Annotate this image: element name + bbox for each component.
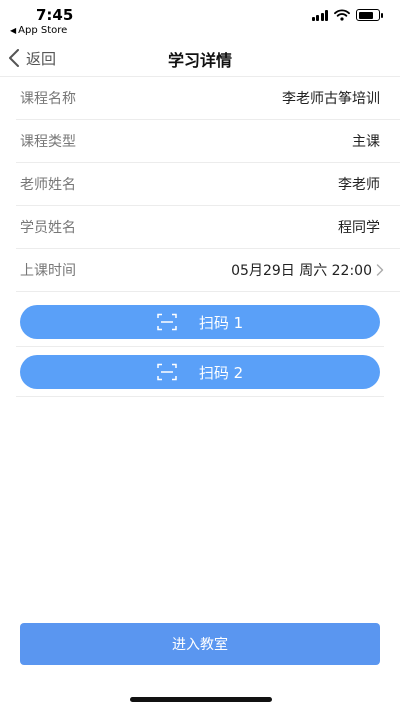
detail-label: 上课时间 [20,263,76,279]
scan-button-1[interactable]: 扫码 1 [20,305,380,339]
back-app-label: App Store [18,25,68,36]
detail-value: 李老师古筝培训 [282,91,380,107]
scan-icon [157,363,177,381]
scan-button-2[interactable]: 扫码 2 [20,355,380,389]
chevron-right-icon [376,264,384,276]
scan-button-label: 扫码 1 [198,313,244,332]
detail-row-course-type: 课程类型 主课 [16,120,400,163]
detail-label: 老师姓名 [20,177,76,193]
enter-classroom-button[interactable]: 进入教室 [20,623,380,665]
detail-value: 李老师 [338,177,380,193]
detail-row-student-name: 学员姓名 程同学 [16,206,400,249]
back-to-app-store[interactable]: ◀ App Store [10,25,67,36]
detail-row-course-name: 课程名称 李老师古筝培训 [16,77,400,120]
nav-bar: 返回 学习详情 [0,40,400,77]
cellular-signal-icon [311,9,328,21]
home-indicator [130,697,272,702]
scan-section-2: 扫码 2 [16,347,384,397]
detail-label: 学员姓名 [20,220,76,236]
detail-row-class-time[interactable]: 上课时间 05月29日 周六 22:00 [16,249,400,292]
scan-icon [157,313,177,331]
detail-label: 课程类型 [20,134,76,150]
page-title: 学习详情 [167,51,232,70]
detail-value: 05月29日 周六 22:00 [231,263,372,279]
status-time: 7:45 [36,6,74,24]
detail-label: 课程名称 [20,91,76,107]
scan-section-1: 扫码 1 [16,297,384,347]
detail-value: 程同学 [338,220,380,236]
enter-classroom-label: 进入教室 [172,637,228,653]
battery-icon [356,9,383,21]
detail-list: 课程名称 李老师古筝培训 课程类型 主课 老师姓名 李老师 学员姓名 程同学 上… [16,77,400,292]
detail-row-teacher-name: 老师姓名 李老师 [16,163,400,206]
status-icons [311,9,383,21]
status-bar: 7:45 ◀ App Store [0,0,400,40]
back-triangle-icon: ◀ [10,26,17,35]
wifi-icon [334,9,350,21]
detail-value: 主课 [352,134,380,150]
scan-button-label: 扫码 2 [198,363,244,382]
